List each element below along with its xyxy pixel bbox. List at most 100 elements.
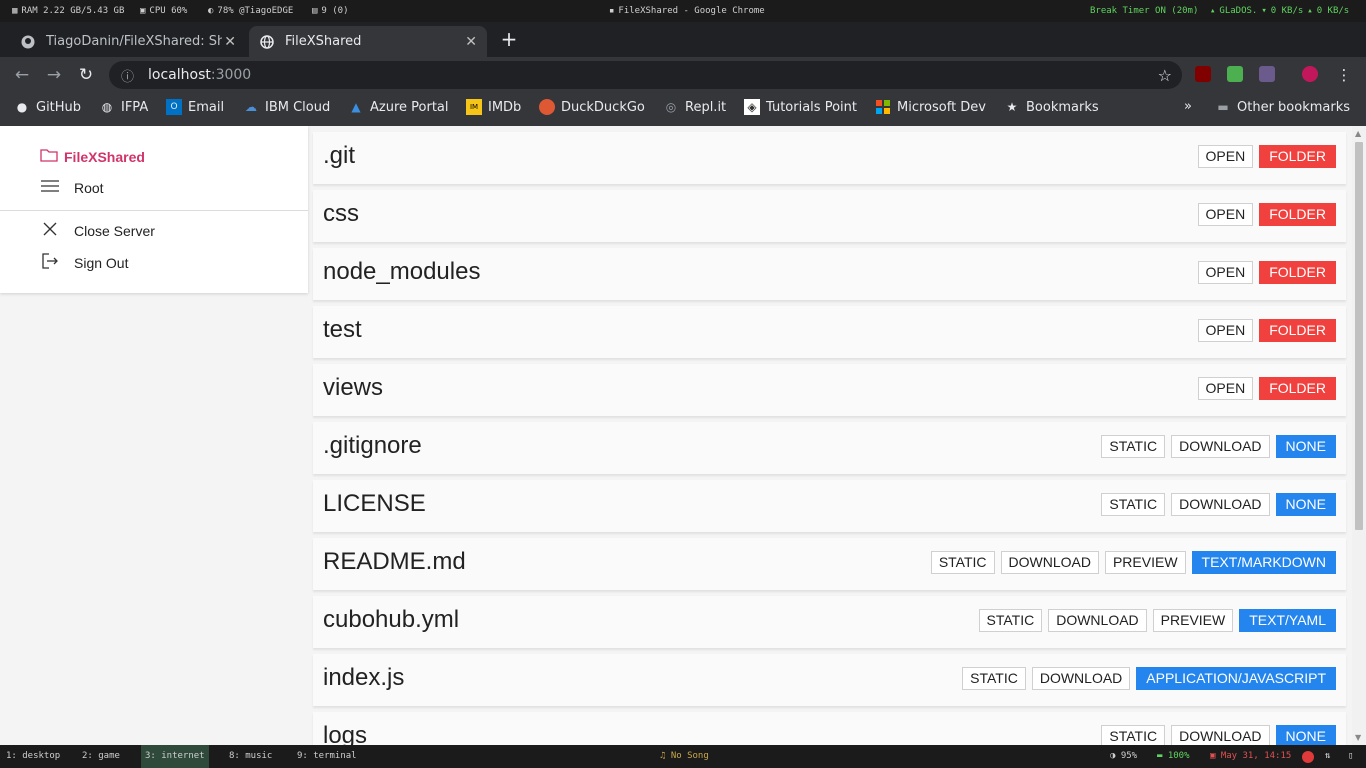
clock: ▣ May 31, 14:15	[1210, 745, 1291, 768]
bookmark-ibm-cloud[interactable]: ☁ IBM Cloud	[243, 99, 330, 115]
open-button[interactable]: OPEN	[1197, 377, 1254, 400]
static-button[interactable]: STATIC	[1101, 435, 1166, 458]
profile-avatar[interactable]	[1302, 66, 1318, 82]
tab-filexshared[interactable]: FileXShared ✕	[249, 26, 487, 57]
bookmark-ifpa[interactable]: ◍ IFPA	[99, 99, 148, 115]
octocat-extension-icon[interactable]	[1259, 66, 1275, 82]
download-button[interactable]: DOWNLOAD	[1031, 667, 1131, 690]
bookmark-github[interactable]: ● GitHub	[14, 99, 81, 115]
battery-user-text: 78% @TiagoEDGE	[217, 6, 294, 16]
song-label: No Song	[670, 751, 709, 761]
clipboard-tray-icon[interactable]: ▯	[1348, 745, 1353, 768]
window-title-text: FileXShared - Google Chrome	[618, 6, 765, 16]
new-tab-button[interactable]: +	[498, 28, 520, 50]
workspace-3[interactable]: 3: internet	[141, 745, 209, 768]
workspace-8[interactable]: 8: music	[225, 745, 276, 768]
bookmark-tutorials-point[interactable]: ◈ Tutorials Point	[744, 99, 857, 115]
brightness-icon: ◑	[1110, 751, 1121, 761]
ibm-cloud-icon: ☁	[245, 100, 257, 114]
scroll-up-icon[interactable]: ▲	[1355, 129, 1361, 138]
open-button[interactable]: OPEN	[1197, 145, 1254, 168]
bookmark-imdb[interactable]: IM IMDb	[466, 99, 521, 115]
workspace-label: 1: desktop	[6, 751, 61, 761]
open-button[interactable]: OPEN	[1197, 203, 1254, 226]
download-button[interactable]: DOWNLOAD	[1171, 725, 1270, 745]
download-button[interactable]: DOWNLOAD	[1000, 551, 1099, 574]
page-content: FileXShared Root Close Server Sign Out .…	[0, 126, 1366, 745]
tab-github[interactable]: TiagoDanin/FileXShared: Sh ✕	[10, 26, 246, 57]
tray-app-icon[interactable]	[1302, 751, 1314, 763]
static-button[interactable]: STATIC	[962, 667, 1026, 690]
close-tab-icon[interactable]: ✕	[465, 34, 477, 50]
notification-icon: ▤	[312, 6, 318, 16]
tutorialspoint-icon: ◈	[744, 99, 760, 115]
back-icon[interactable]: ←	[12, 65, 32, 85]
workspace-9[interactable]: 9: terminal	[293, 745, 361, 768]
imdb-icon: IM	[466, 99, 482, 115]
file-row: css OPEN FOLDER	[313, 190, 1346, 242]
workspace-2[interactable]: 2: game	[78, 745, 124, 768]
file-type-badge: FOLDER	[1259, 319, 1336, 342]
address-bar[interactable]: ⓘ localhost:3000 ☆	[109, 61, 1182, 89]
file-name: .git	[323, 142, 356, 169]
github-icon: ●	[16, 100, 28, 114]
static-button[interactable]: STATIC	[1101, 725, 1166, 745]
cpu-icon: ▣	[140, 6, 146, 16]
file-name: css	[323, 200, 359, 227]
file-actions: STATIC DOWNLOAD PREVIEW TEXT/YAML	[978, 609, 1336, 632]
bookmark-duckduckgo[interactable]: DuckDuckGo	[539, 99, 645, 115]
bookmark-bookmarks[interactable]: ★ Bookmarks	[1004, 99, 1099, 115]
file-actions: OPEN FOLDER	[1197, 203, 1336, 226]
bookmark-label: Repl.it	[685, 99, 727, 115]
menu-item-root[interactable]: Root	[40, 179, 104, 196]
sign-out-label: Sign Out	[74, 254, 129, 271]
bookmark-azure[interactable]: ▲ Azure Portal	[348, 99, 448, 115]
menu-kebab-icon[interactable]: ⋮	[1334, 65, 1354, 85]
ublock-icon[interactable]	[1195, 66, 1211, 82]
break-timer-text: Break Timer ON (20m)	[1090, 6, 1199, 16]
scroll-down-icon[interactable]: ▼	[1355, 733, 1361, 742]
menu-item-close-server[interactable]: Close Server	[40, 222, 155, 239]
workspace-1[interactable]: 1: desktop	[2, 745, 64, 768]
ram-text: RAM 2.22 GB/5.43 GB	[21, 6, 125, 16]
open-button[interactable]: OPEN	[1197, 261, 1254, 284]
file-actions: OPEN FOLDER	[1197, 261, 1336, 284]
window-title: ▪ FileXShared - Google Chrome	[609, 6, 765, 16]
more-bookmarks-chevron[interactable]: »	[1184, 99, 1192, 114]
file-name: LICENSE	[323, 490, 426, 517]
network-tray-icon[interactable]: ⇅	[1325, 745, 1330, 768]
download-button[interactable]: DOWNLOAD	[1048, 609, 1147, 632]
tab-strip: TiagoDanin/FileXShared: Sh ✕ FileXShared…	[0, 22, 1366, 57]
wifi-icon: ▴	[1210, 6, 1216, 16]
static-button[interactable]: STATIC	[930, 551, 995, 574]
brand-link[interactable]: FileXShared	[40, 148, 145, 165]
close-tab-icon[interactable]: ✕	[224, 34, 236, 50]
download-button[interactable]: DOWNLOAD	[1171, 493, 1270, 516]
open-button[interactable]: OPEN	[1197, 319, 1254, 342]
reload-icon[interactable]: ↻	[76, 65, 96, 85]
net-down: 0 KB/s	[1270, 6, 1304, 16]
bookmark-label: IFPA	[121, 99, 149, 115]
bookmark-email[interactable]: O Email	[166, 99, 224, 115]
page-scrollbar[interactable]: ▲ ▼	[1352, 126, 1366, 745]
sheets-extension-icon[interactable]	[1227, 66, 1243, 82]
static-button[interactable]: STATIC	[978, 609, 1043, 632]
static-button[interactable]: STATIC	[1101, 493, 1166, 516]
preview-button[interactable]: PREVIEW	[1104, 551, 1186, 574]
menu-item-sign-out[interactable]: Sign Out	[40, 253, 128, 272]
browser-toolbar: ← → ↻ ⓘ localhost:3000 ☆ ⋮	[0, 57, 1366, 93]
bookmark-star-icon[interactable]: ☆	[1158, 66, 1172, 85]
notification-status: ▤ 9 (0)	[312, 6, 349, 16]
scrollbar-thumb[interactable]	[1355, 142, 1363, 530]
bookmark-label: Bookmarks	[1026, 99, 1099, 115]
bookmark-replit[interactable]: ◎ Repl.it	[663, 99, 726, 115]
bookmark-microsoft-dev[interactable]: Microsoft Dev	[875, 99, 986, 115]
other-bookmarks-label: Other bookmarks	[1237, 99, 1351, 115]
forward-icon[interactable]: →	[44, 65, 64, 85]
other-bookmarks[interactable]: ▬ Other bookmarks	[1215, 99, 1350, 115]
download-button[interactable]: DOWNLOAD	[1171, 435, 1270, 458]
notification-text: 9 (0)	[321, 6, 349, 16]
cpu-text: CPU 60%	[149, 6, 188, 16]
info-icon[interactable]: ⓘ	[121, 66, 134, 85]
preview-button[interactable]: PREVIEW	[1152, 609, 1234, 632]
